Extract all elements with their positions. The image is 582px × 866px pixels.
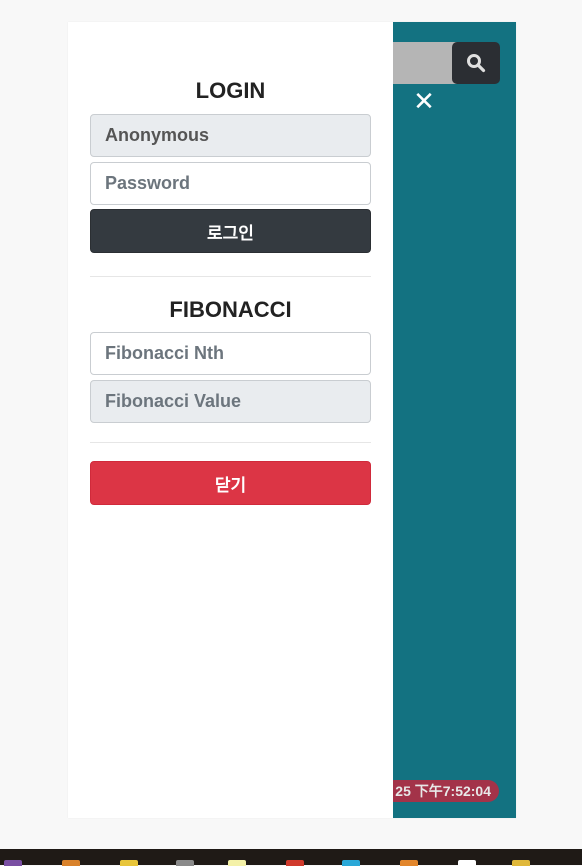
- username-value: Anonymous: [105, 125, 210, 145]
- login-button[interactable]: 로그인: [90, 209, 371, 253]
- app-frame: ✕ 25 下午7:52:04 LOGIN Anonymous Password …: [68, 22, 516, 818]
- app-icon[interactable]: [512, 860, 530, 866]
- close-button[interactable]: 닫기: [90, 461, 371, 505]
- clock-text: 25 下午7:52:04: [395, 783, 491, 799]
- fibonacci-value-placeholder: Fibonacci Value: [105, 391, 242, 411]
- side-drawer: LOGIN Anonymous Password 로그인 FIBONACCI F…: [68, 22, 393, 818]
- app-icon[interactable]: [228, 860, 246, 866]
- fibonacci-nth-field[interactable]: Fibonacci Nth: [90, 332, 371, 375]
- app-icon[interactable]: [342, 860, 360, 866]
- search-icon: [467, 54, 486, 73]
- app-icon[interactable]: [62, 860, 80, 866]
- fibonacci-title: FIBONACCI: [169, 297, 292, 322]
- app-icon[interactable]: [400, 860, 418, 866]
- app-icon[interactable]: [120, 860, 138, 866]
- clock-badge: 25 下午7:52:04: [383, 780, 499, 802]
- search-button[interactable]: [452, 42, 500, 84]
- app-icon[interactable]: [176, 860, 194, 866]
- app-icon[interactable]: [4, 860, 22, 866]
- password-placeholder: Password: [105, 173, 191, 193]
- username-field: Anonymous: [90, 114, 371, 157]
- divider: [90, 276, 371, 277]
- divider: [90, 442, 371, 443]
- password-field[interactable]: Password: [90, 162, 371, 205]
- fibonacci-value-field: Fibonacci Value: [90, 380, 371, 423]
- fibonacci-nth-placeholder: Fibonacci Nth: [105, 343, 225, 363]
- close-icon[interactable]: ✕: [412, 89, 436, 115]
- app-icon[interactable]: [458, 860, 476, 866]
- taskbar: [0, 849, 582, 866]
- app-icon[interactable]: [286, 860, 304, 866]
- login-title: LOGIN: [195, 78, 266, 103]
